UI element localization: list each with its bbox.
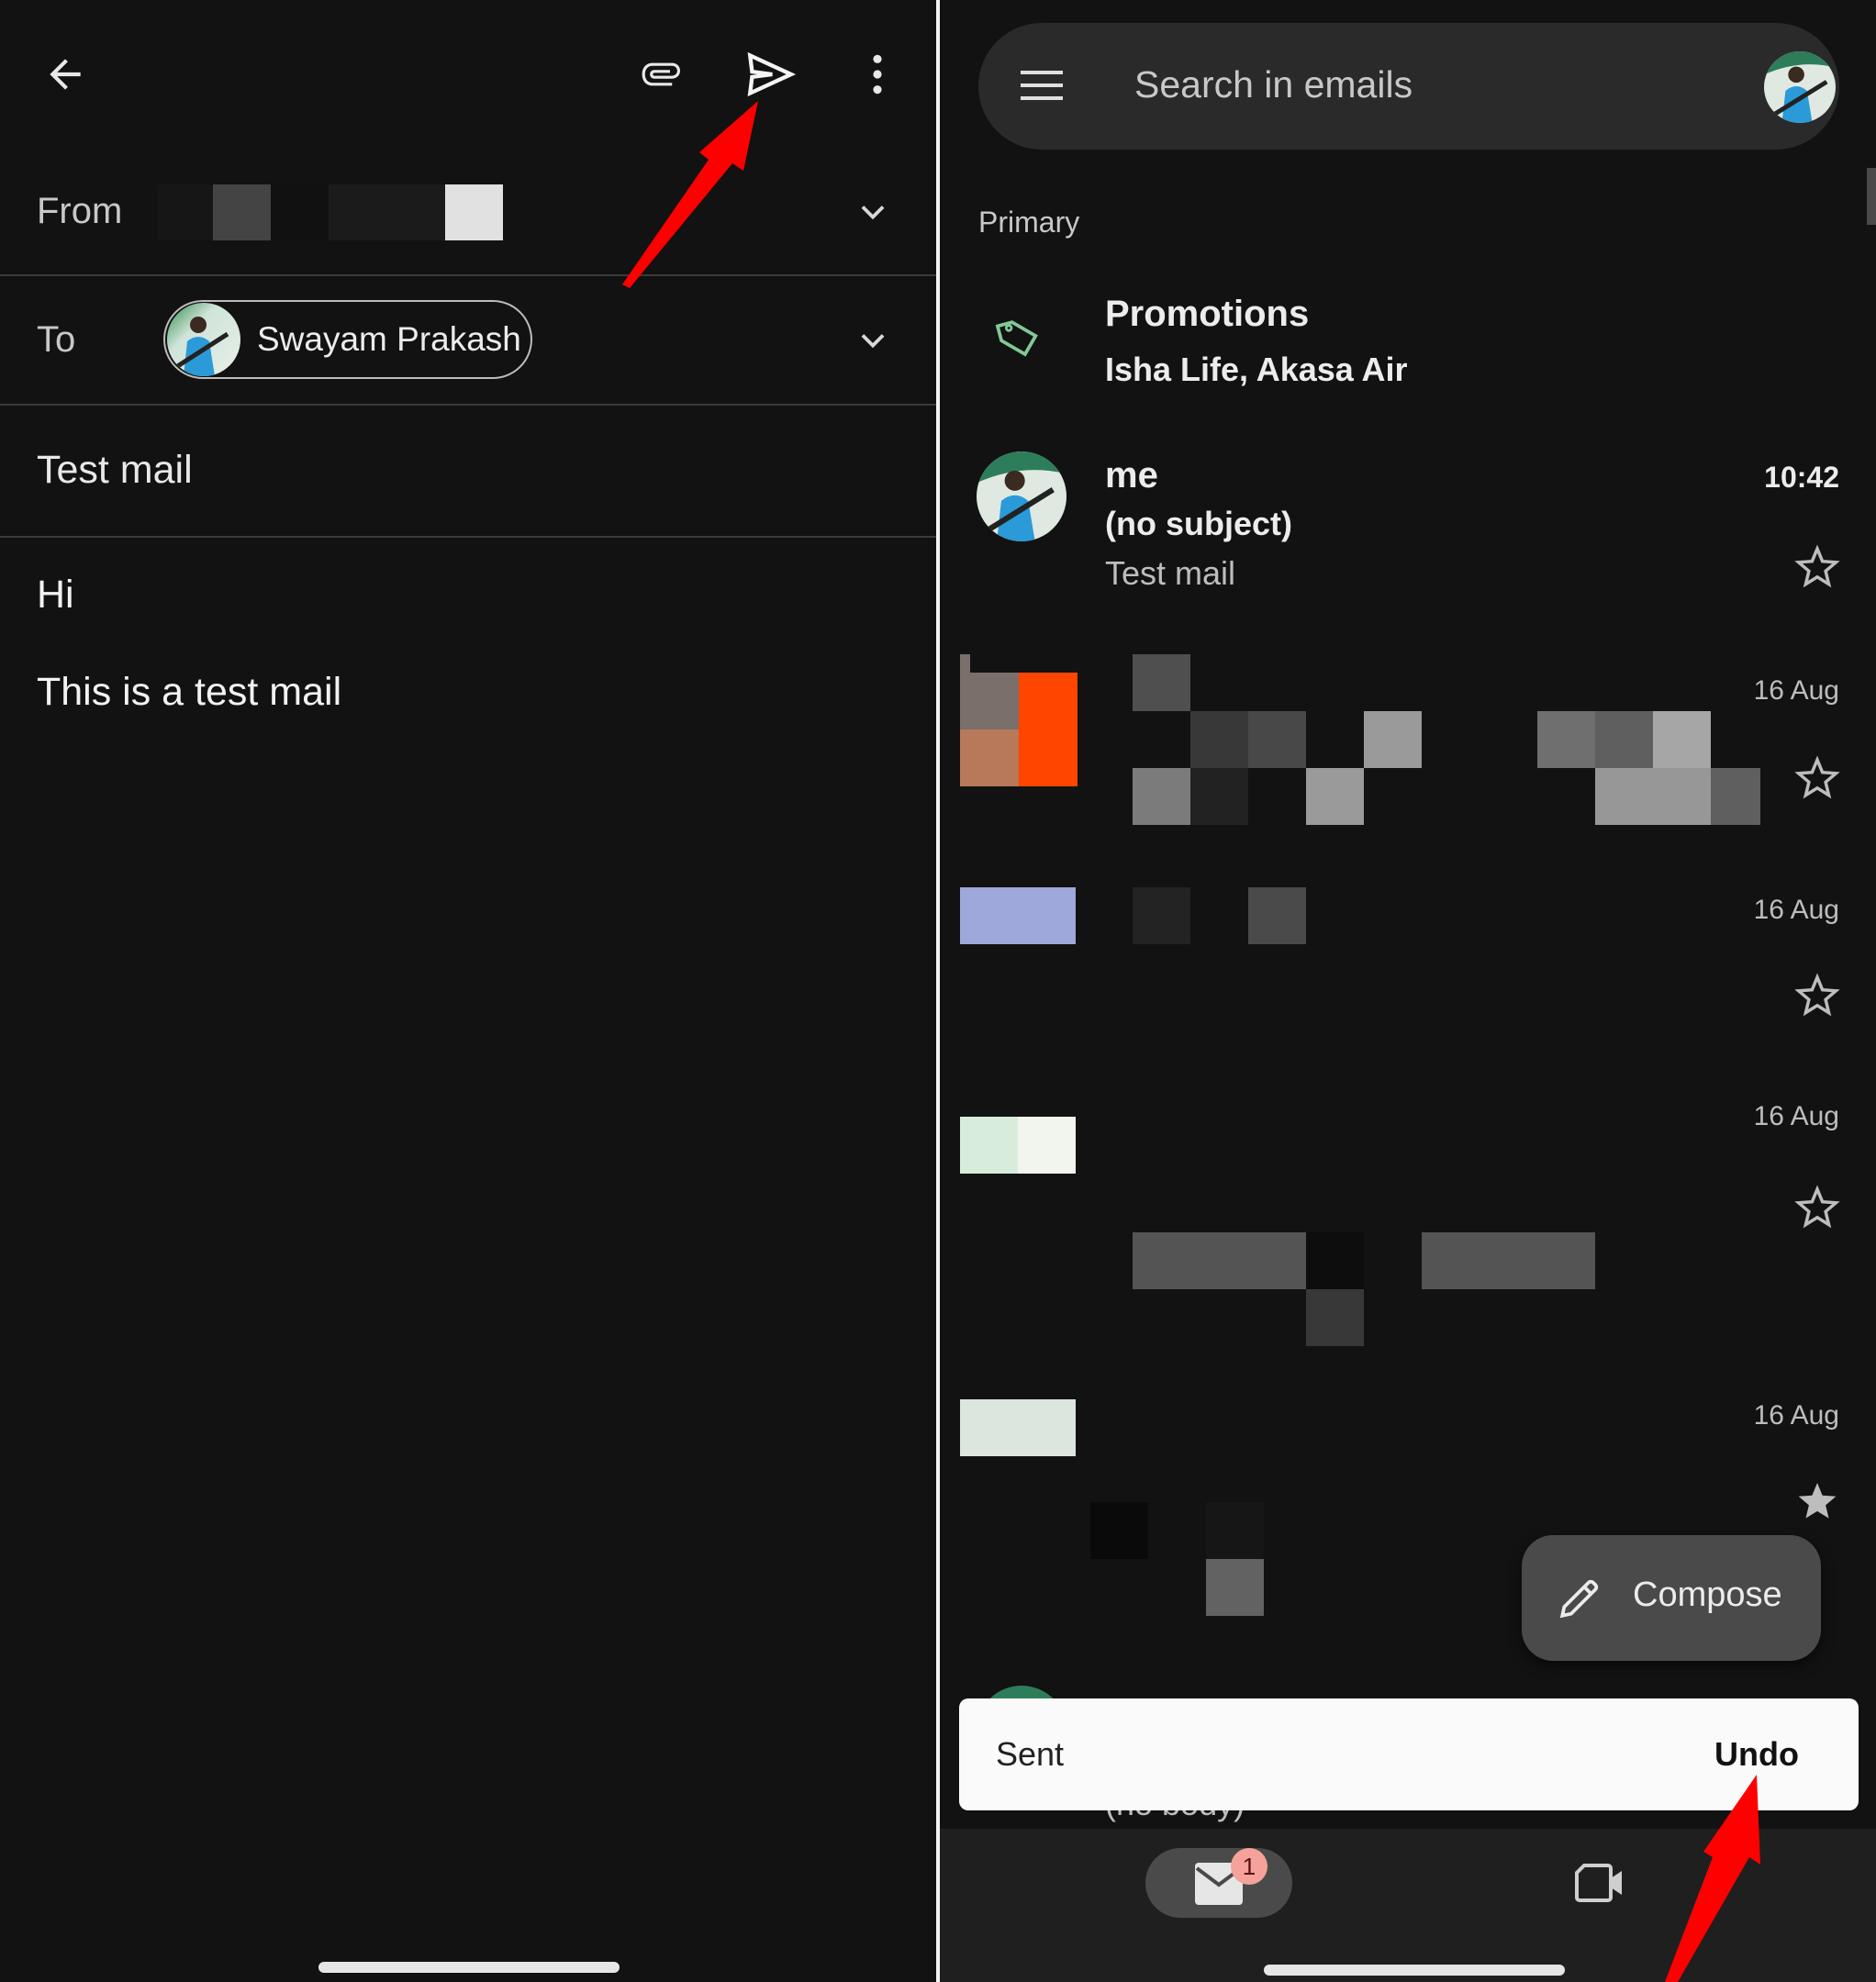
promotions-senders: Isha Life, Akasa Air [1105,351,1408,388]
body-line: Hi [37,573,74,617]
divider [0,274,936,276]
video-camera-icon[interactable] [1575,1862,1626,1904]
star-outline-icon[interactable] [1793,972,1841,1019]
star-outline-icon[interactable] [1793,543,1841,591]
email-row[interactable]: 16 Aug [940,642,1876,844]
recipient-chip[interactable]: Swayam Prakash [163,300,532,379]
section-label: Primary [978,206,1080,239]
search-placeholder[interactable]: Search in emails [1134,63,1413,106]
compose-screen: From To Swayam Prakash Test mail Hi This… [0,0,936,1982]
email-subject: (no subject) [1105,505,1292,542]
email-date: 16 Aug [1753,1400,1839,1431]
body-field[interactable]: Hi This is a test mail [37,573,899,715]
scrollbar-thumb[interactable] [1867,168,1876,225]
inbox-screen: Search in emails Primary Promotions Isha… [940,0,1876,1982]
email-date: 16 Aug [1753,1101,1839,1131]
divider [0,404,936,406]
body-line: This is a test mail [37,670,342,714]
to-expand-chevron-icon[interactable] [855,323,890,358]
annotation-arrow [1665,1775,1760,1982]
back-arrow-icon[interactable] [42,51,88,97]
from-address-redacted[interactable] [158,184,503,240]
email-date: 16 Aug [1753,895,1839,925]
recipient-avatar [167,303,240,376]
promotions-row[interactable]: Promotions Isha Life, Akasa Air [940,275,1876,404]
hamburger-menu-icon[interactable] [1021,69,1063,102]
email-row[interactable]: 16 Aug [940,1092,1876,1358]
star-outline-icon[interactable] [1793,754,1841,802]
email-row[interactable]: me (no subject) Test mail 10:42 [940,440,1876,606]
to-label: To [37,319,76,360]
gesture-home-bar[interactable] [318,1962,620,1973]
email-row[interactable]: 16 Aug [940,876,1876,1069]
annotation-arrow [622,101,758,288]
snackbar-message: Sent [996,1735,1065,1773]
email-snippet: Test mail [1105,554,1236,592]
promotions-title: Promotions [1105,294,1310,334]
subject-field[interactable]: Test mail [37,448,193,493]
nav-mail-tab[interactable]: 1 [1145,1848,1292,1918]
tag-icon [995,312,1046,363]
email-sender: me [1105,455,1158,496]
from-label: From [37,191,123,231]
search-bar[interactable]: Search in emails [978,23,1839,150]
from-expand-chevron-icon[interactable] [855,195,890,229]
email-date: 16 Aug [1753,675,1839,706]
compose-button[interactable]: Compose [1522,1535,1821,1661]
email-time: 10:42 [1764,461,1839,494]
unread-badge: 1 [1231,1848,1267,1885]
compose-label: Compose [1633,1576,1782,1614]
pencil-icon [1557,1576,1602,1621]
divider [0,536,936,538]
recipient-name: Swayam Prakash [257,320,521,358]
star-outline-icon[interactable] [1793,1184,1841,1231]
account-avatar[interactable] [1764,51,1836,123]
gesture-home-bar[interactable] [1264,1965,1565,1976]
star-filled-icon[interactable] [1793,1477,1841,1525]
sender-avatar [977,451,1066,541]
more-options-icon[interactable] [859,51,896,97]
